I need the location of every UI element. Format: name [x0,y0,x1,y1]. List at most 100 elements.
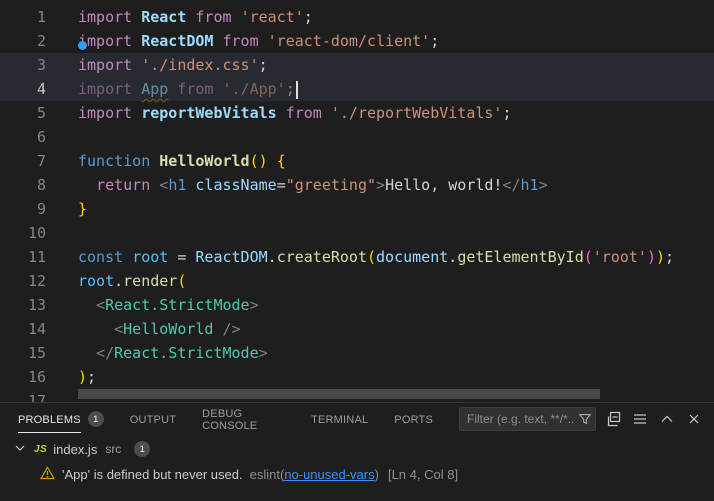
code-token: } [78,200,87,218]
code-token: 'react-dom/client' [268,32,431,50]
line-number[interactable]: 7 [0,149,46,173]
code-token: App [141,80,168,98]
code-line[interactable]: 7function HelloWorld() { [0,149,714,173]
code-line[interactable]: 11const root = ReactDOM.createRoot(docum… [0,245,714,269]
code-token: ) [656,248,665,266]
line-number[interactable]: 2 [0,29,46,53]
code-token: > [250,296,259,314]
bottom-panel: PROBLEMS1OUTPUTDEBUG CONSOLETERMINALPORT… [0,402,714,501]
code-token: import [78,32,141,50]
line-number[interactable]: 12 [0,269,46,293]
code-line[interactable]: 15 </React.StrictMode> [0,341,714,365]
tab-label: PROBLEMS [18,405,81,433]
line-number[interactable]: 6 [0,125,46,149]
scrollbar-thumb[interactable] [78,389,600,399]
code-line[interactable]: 3import './index.css'; [0,53,714,77]
code-text: <React.StrictMode> [46,293,259,317]
code-line[interactable]: 9} [0,197,714,221]
code-text: </React.StrictMode> [46,341,268,365]
problem-file-row[interactable]: JS index.js src 1 [0,437,714,461]
line-number[interactable]: 8 [0,173,46,197]
horizontal-scrollbar[interactable] [0,389,714,399]
code-text: import ReactDOM from 'react-dom/client'; [46,29,439,53]
code-text: return <h1 className="greeting">Hello, w… [46,173,548,197]
code-token: root [78,272,114,290]
code-text: <HelloWorld /> [46,317,241,341]
code-token: reportWebVitals [141,104,276,122]
code-line[interactable]: 8 return <h1 className="greeting">Hello,… [0,173,714,197]
code-area[interactable]: 1import React from 'react';2import React… [0,0,714,402]
code-token: ) [647,248,656,266]
panel-tabs: PROBLEMS1 OUTPUT DEBUG CONSOLE TERMINAL PORT… [18,403,459,434]
code-token: root [132,248,168,266]
code-line[interactable]: 16); [0,365,714,389]
tab-output[interactable]: OUTPUT [130,403,176,434]
vscode-window: 1import React from 'react';2import React… [0,0,714,501]
code-token: > [259,344,268,362]
code-token: import [78,56,141,74]
line-number[interactable]: 15 [0,341,46,365]
code-token: 'react' [241,8,304,26]
code-line[interactable]: 13 <React.StrictMode> [0,293,714,317]
tab-problems[interactable]: PROBLEMS1 [18,403,104,434]
code-token: function [78,152,159,170]
tab-label: OUTPUT [130,405,176,433]
code-token: . [448,248,457,266]
chevron-down-icon[interactable] [12,440,28,459]
line-number[interactable]: 11 [0,245,46,269]
code-token: document [376,248,448,266]
line-number[interactable]: 16 [0,365,46,389]
code-token: = [168,248,195,266]
tab-terminal[interactable]: TERMINAL [311,403,368,434]
code-token: from [277,104,331,122]
code-token: from [186,8,240,26]
code-token: { [277,152,286,170]
code-token: import [78,104,141,122]
code-line[interactable]: 14 <HelloWorld /> [0,317,714,341]
code-token: import [78,80,141,98]
code-line[interactable]: 1import React from 'react'; [0,5,714,29]
problem-file-dir: src [105,442,121,456]
code-token: </ [96,344,114,362]
code-line[interactable]: 4import App from './App'; [0,77,714,101]
eslint-rule-link[interactable]: no-unused-vars [284,467,374,482]
tab-ports[interactable]: PORTS [394,403,433,434]
line-number[interactable]: 10 [0,221,46,245]
line-number[interactable]: 1 [0,5,46,29]
line-number[interactable]: 4 [0,77,46,101]
tab-debug-console[interactable]: DEBUG CONSOLE [202,403,285,434]
code-text: import './index.css'; [46,53,268,77]
code-token: ; [259,56,268,74]
code-line[interactable]: 10 [0,221,714,245]
code-line[interactable]: 6 [0,125,714,149]
maximize-panel-icon[interactable] [657,409,677,429]
problems-filter-input[interactable] [459,407,596,431]
line-number[interactable]: 9 [0,197,46,221]
code-token: HelloWorld [159,152,249,170]
code-line[interactable]: 12root.render( [0,269,714,293]
code-token: ReactDOM [141,32,213,50]
panel-actions [459,407,704,431]
view-as-table-icon[interactable] [630,409,650,429]
collapse-all-icon[interactable] [603,409,623,429]
code-line[interactable]: 2import ReactDOM from 'react-dom/client'… [0,29,714,53]
code-token: < [114,320,123,338]
code-token: > [539,176,548,194]
editor[interactable]: 1import React from 'react';2import React… [0,0,714,402]
problem-location: [Ln 4, Col 8] [388,467,458,482]
code-text: ); [46,365,96,389]
code-line[interactable]: 5import reportWebVitals from './reportWe… [0,101,714,125]
line-number[interactable]: 14 [0,317,46,341]
code-token: './index.css' [141,56,258,74]
close-panel-icon[interactable] [684,409,704,429]
problem-item[interactable]: 'App' is defined but never used. eslint(… [0,461,714,488]
tab-label: TERMINAL [311,405,368,433]
file-problems-count-badge: 1 [134,441,150,457]
line-number[interactable]: 5 [0,101,46,125]
code-token: ; [665,248,674,266]
code-token: ( [584,248,593,266]
code-token: > [376,176,385,194]
line-number[interactable]: 3 [0,53,46,77]
code-token: from [213,32,267,50]
line-number[interactable]: 13 [0,293,46,317]
